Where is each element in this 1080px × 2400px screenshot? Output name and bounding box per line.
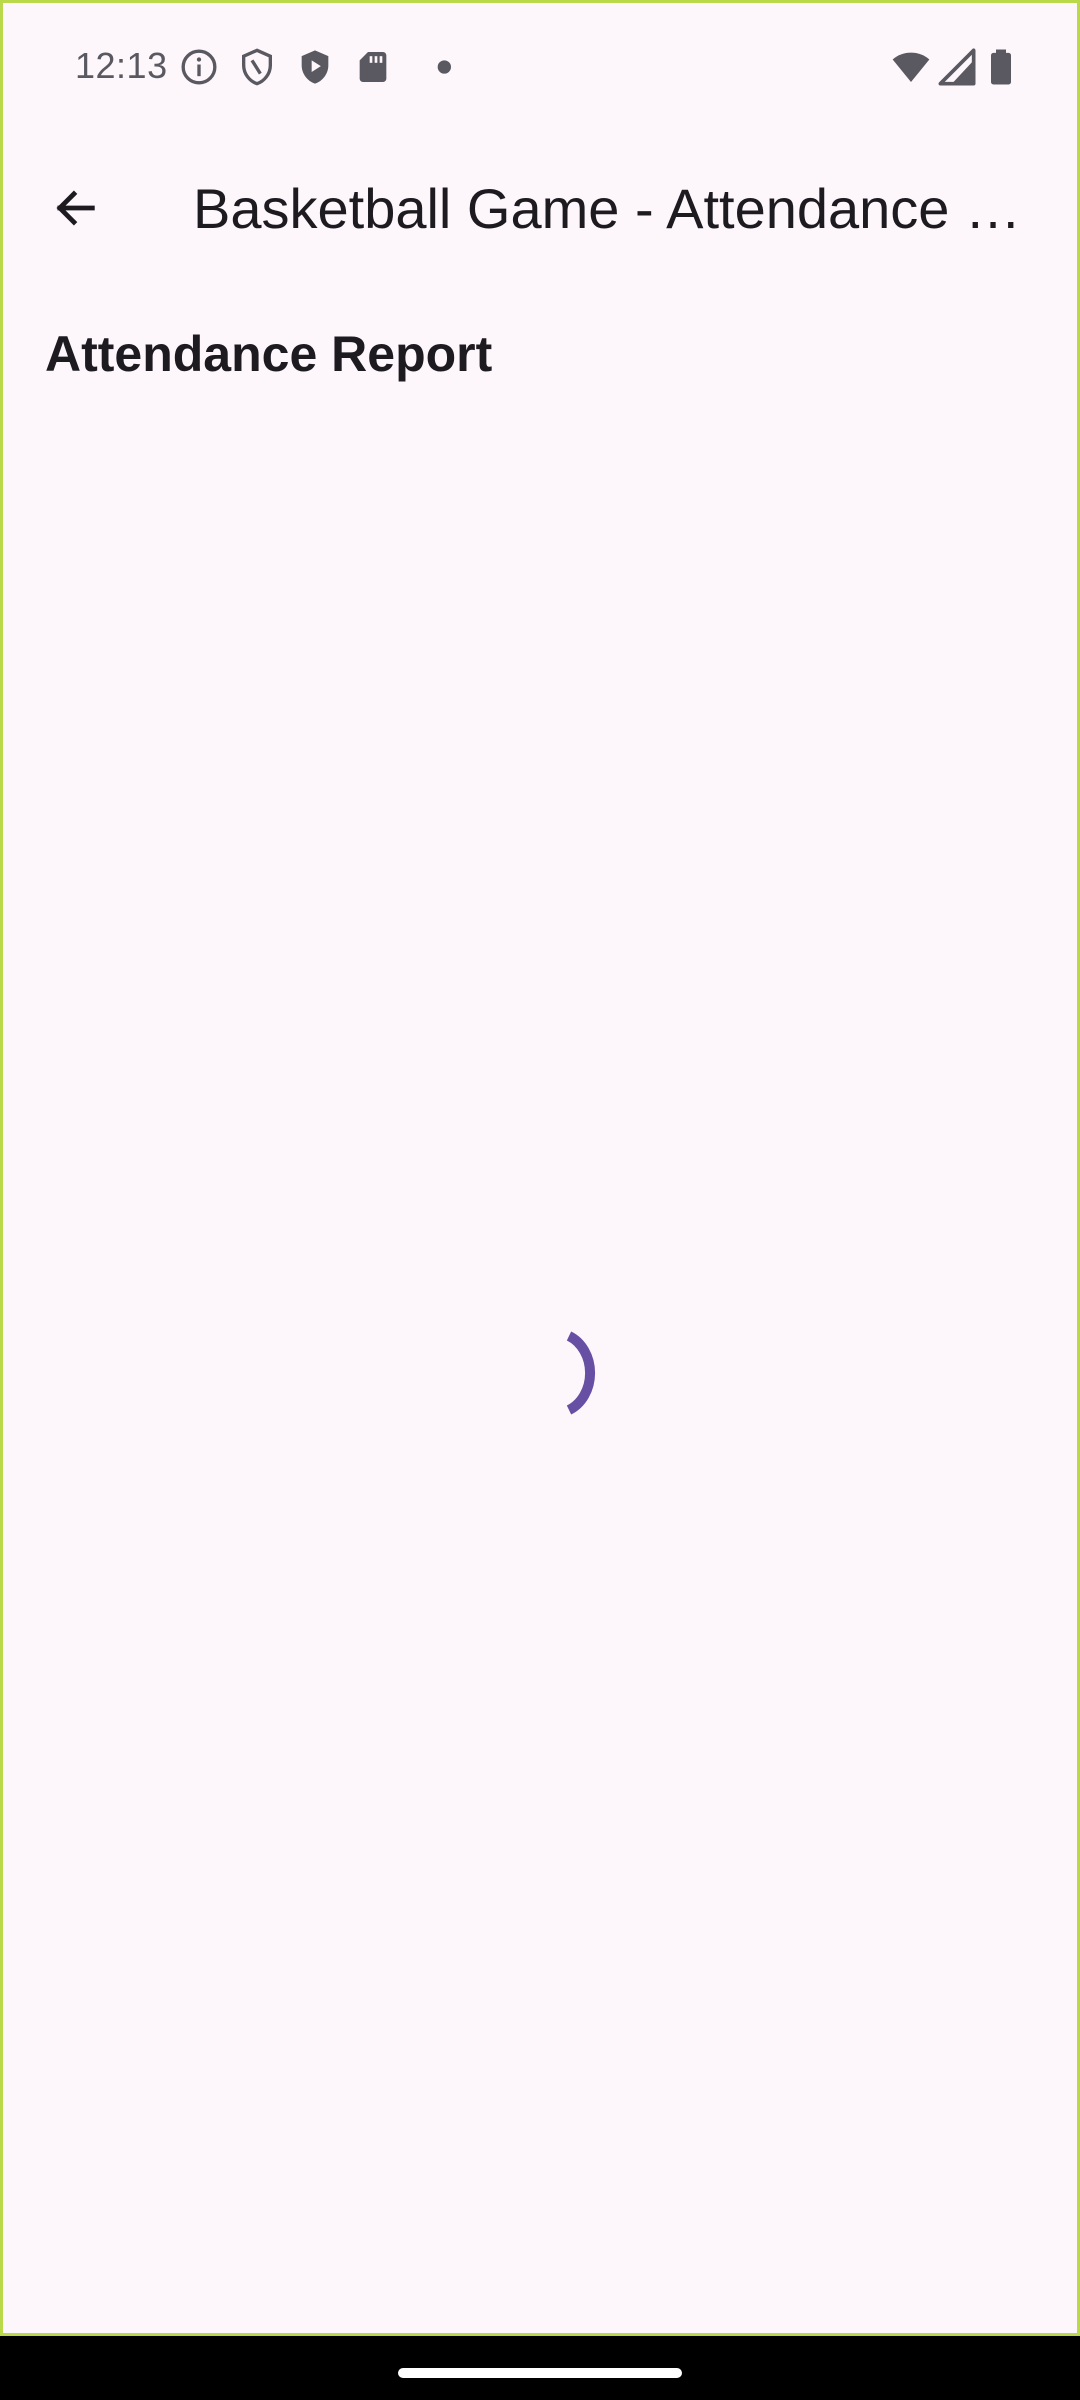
play-shield-icon	[295, 47, 335, 87]
page-title: Basketball Game - Attendance Report	[193, 177, 1023, 240]
status-bar: 12:13	[3, 3, 1077, 133]
sd-card-icon	[353, 47, 393, 87]
dot-icon	[411, 47, 451, 87]
back-button[interactable]	[25, 168, 125, 248]
status-time: 12:13	[75, 45, 168, 86]
app-screen: 12:13 Basketball Game - Attendance R Att…	[0, 0, 1080, 2336]
battery-icon	[981, 47, 1021, 87]
signal-icon	[937, 47, 977, 87]
home-gesture-handle[interactable]	[398, 2368, 682, 2378]
loading-spinner	[543, 1328, 613, 1423]
shield-outline-icon	[237, 47, 277, 87]
section-heading: Attendance Report	[45, 326, 493, 382]
wifi-icon	[889, 47, 933, 87]
top-app-bar: Basketball Game - Attendance Report	[3, 143, 1077, 273]
info-icon	[179, 47, 219, 87]
arrow-back-icon	[56, 190, 95, 226]
